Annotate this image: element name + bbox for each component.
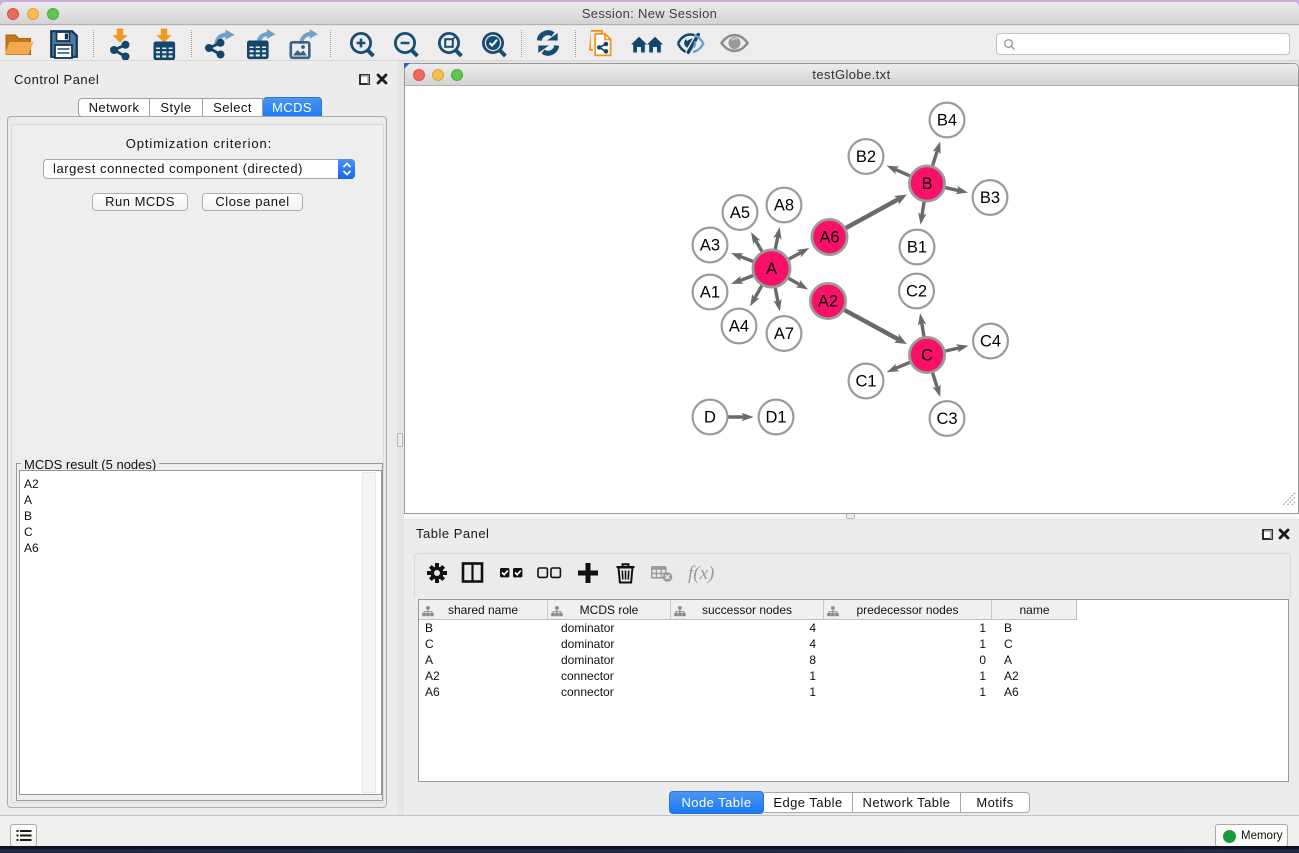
svg-text:B4: B4	[937, 112, 957, 130]
svg-text:A1: A1	[700, 284, 720, 302]
svg-text:C3: C3	[936, 410, 957, 428]
svg-text:A: A	[766, 260, 777, 278]
svg-text:C4: C4	[980, 333, 1001, 351]
svg-text:B1: B1	[907, 239, 927, 257]
svg-text:B2: B2	[856, 148, 876, 166]
svg-text:D1: D1	[765, 409, 786, 427]
svg-text:f(x): f(x)	[688, 563, 714, 584]
svg-text:C: C	[921, 347, 933, 365]
svg-text:A7: A7	[774, 325, 794, 343]
svg-text:C2: C2	[906, 283, 927, 301]
svg-text:A6: A6	[819, 229, 839, 247]
svg-text:A4: A4	[729, 318, 749, 336]
svg-text:A8: A8	[774, 197, 794, 215]
svg-text:C1: C1	[855, 373, 876, 391]
svg-text:A5: A5	[730, 204, 750, 222]
svg-text:A3: A3	[700, 237, 720, 255]
svg-text:B3: B3	[980, 189, 1000, 207]
svg-text:A2: A2	[818, 293, 838, 311]
svg-text:D: D	[704, 409, 716, 427]
svg-text:B: B	[921, 175, 932, 193]
